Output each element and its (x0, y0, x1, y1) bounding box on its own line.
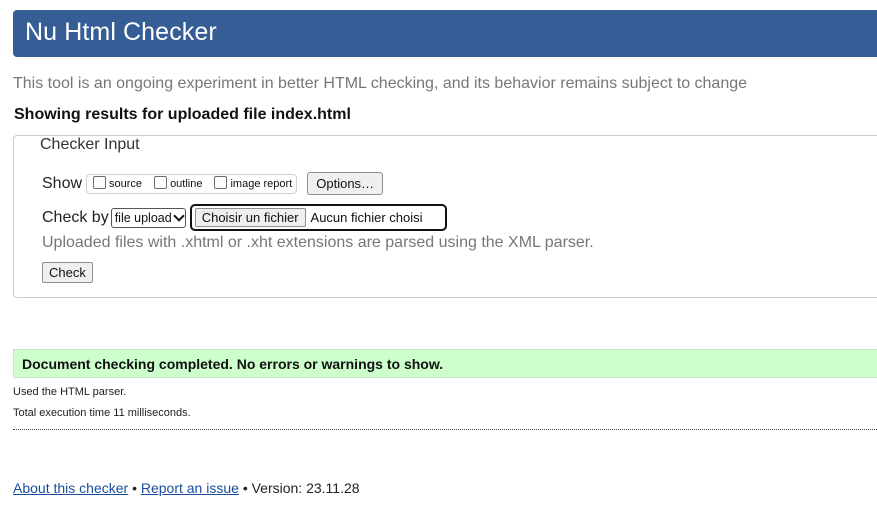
show-label: Show (42, 174, 83, 192)
outline-checkbox-label[interactable]: outline (170, 178, 202, 190)
execution-time: Total execution time 11 milliseconds. (13, 407, 191, 419)
version-text: Version: 23.11.28 (251, 480, 360, 496)
image-report-checkbox-label[interactable]: image report (230, 178, 292, 190)
report-issue-link[interactable]: Report an issue (141, 480, 239, 496)
footer: About this checker • Report an issue • V… (13, 480, 360, 496)
checker-input-legend: Checker Input (40, 136, 143, 154)
footer-separator-2: • (242, 480, 248, 496)
success-message-box: Document checking completed. No errors o… (13, 349, 877, 378)
page: Nu Html Checker This tool is an ongoing … (0, 0, 877, 517)
show-row: Show source outline image report Options… (42, 172, 384, 195)
success-message: Document checking completed. No errors o… (22, 356, 444, 372)
image-report-checkbox[interactable] (214, 176, 228, 189)
check-by-row: Check by file upload Choisir un fichier … (42, 204, 447, 231)
source-checkbox-label[interactable]: source (109, 178, 142, 190)
file-upload-input[interactable]: Choisir un fichier Aucun fichier choisi (189, 204, 447, 231)
xml-parser-note: Uploaded files with .xhtml or .xht exten… (42, 234, 594, 251)
file-status-text: Aucun fichier choisi (310, 210, 423, 225)
intro-text: This tool is an ongoing experiment in be… (13, 75, 748, 92)
check-by-label: Check by (42, 208, 109, 226)
results-heading: Showing results for uploaded file index.… (14, 106, 351, 123)
check-by-select[interactable]: file upload (110, 207, 186, 228)
about-checker-link[interactable]: About this checker (13, 480, 128, 496)
chevron-down-icon (173, 209, 185, 222)
choose-file-button[interactable]: Choisir un fichier (194, 208, 306, 227)
options-button[interactable]: Options… (307, 172, 384, 195)
results-divider (13, 429, 877, 430)
check-by-selected-value: file upload (114, 210, 172, 225)
footer-separator-1: • (132, 480, 137, 496)
page-title: Nu Html Checker (25, 18, 217, 46)
check-button[interactable]: Check (42, 262, 93, 283)
page-header: Nu Html Checker (13, 10, 877, 57)
outline-checkbox[interactable] (154, 176, 168, 189)
parser-note: Used the HTML parser. (13, 386, 127, 398)
source-checkbox[interactable] (93, 176, 107, 189)
show-options-group: source outline image report (86, 173, 298, 194)
